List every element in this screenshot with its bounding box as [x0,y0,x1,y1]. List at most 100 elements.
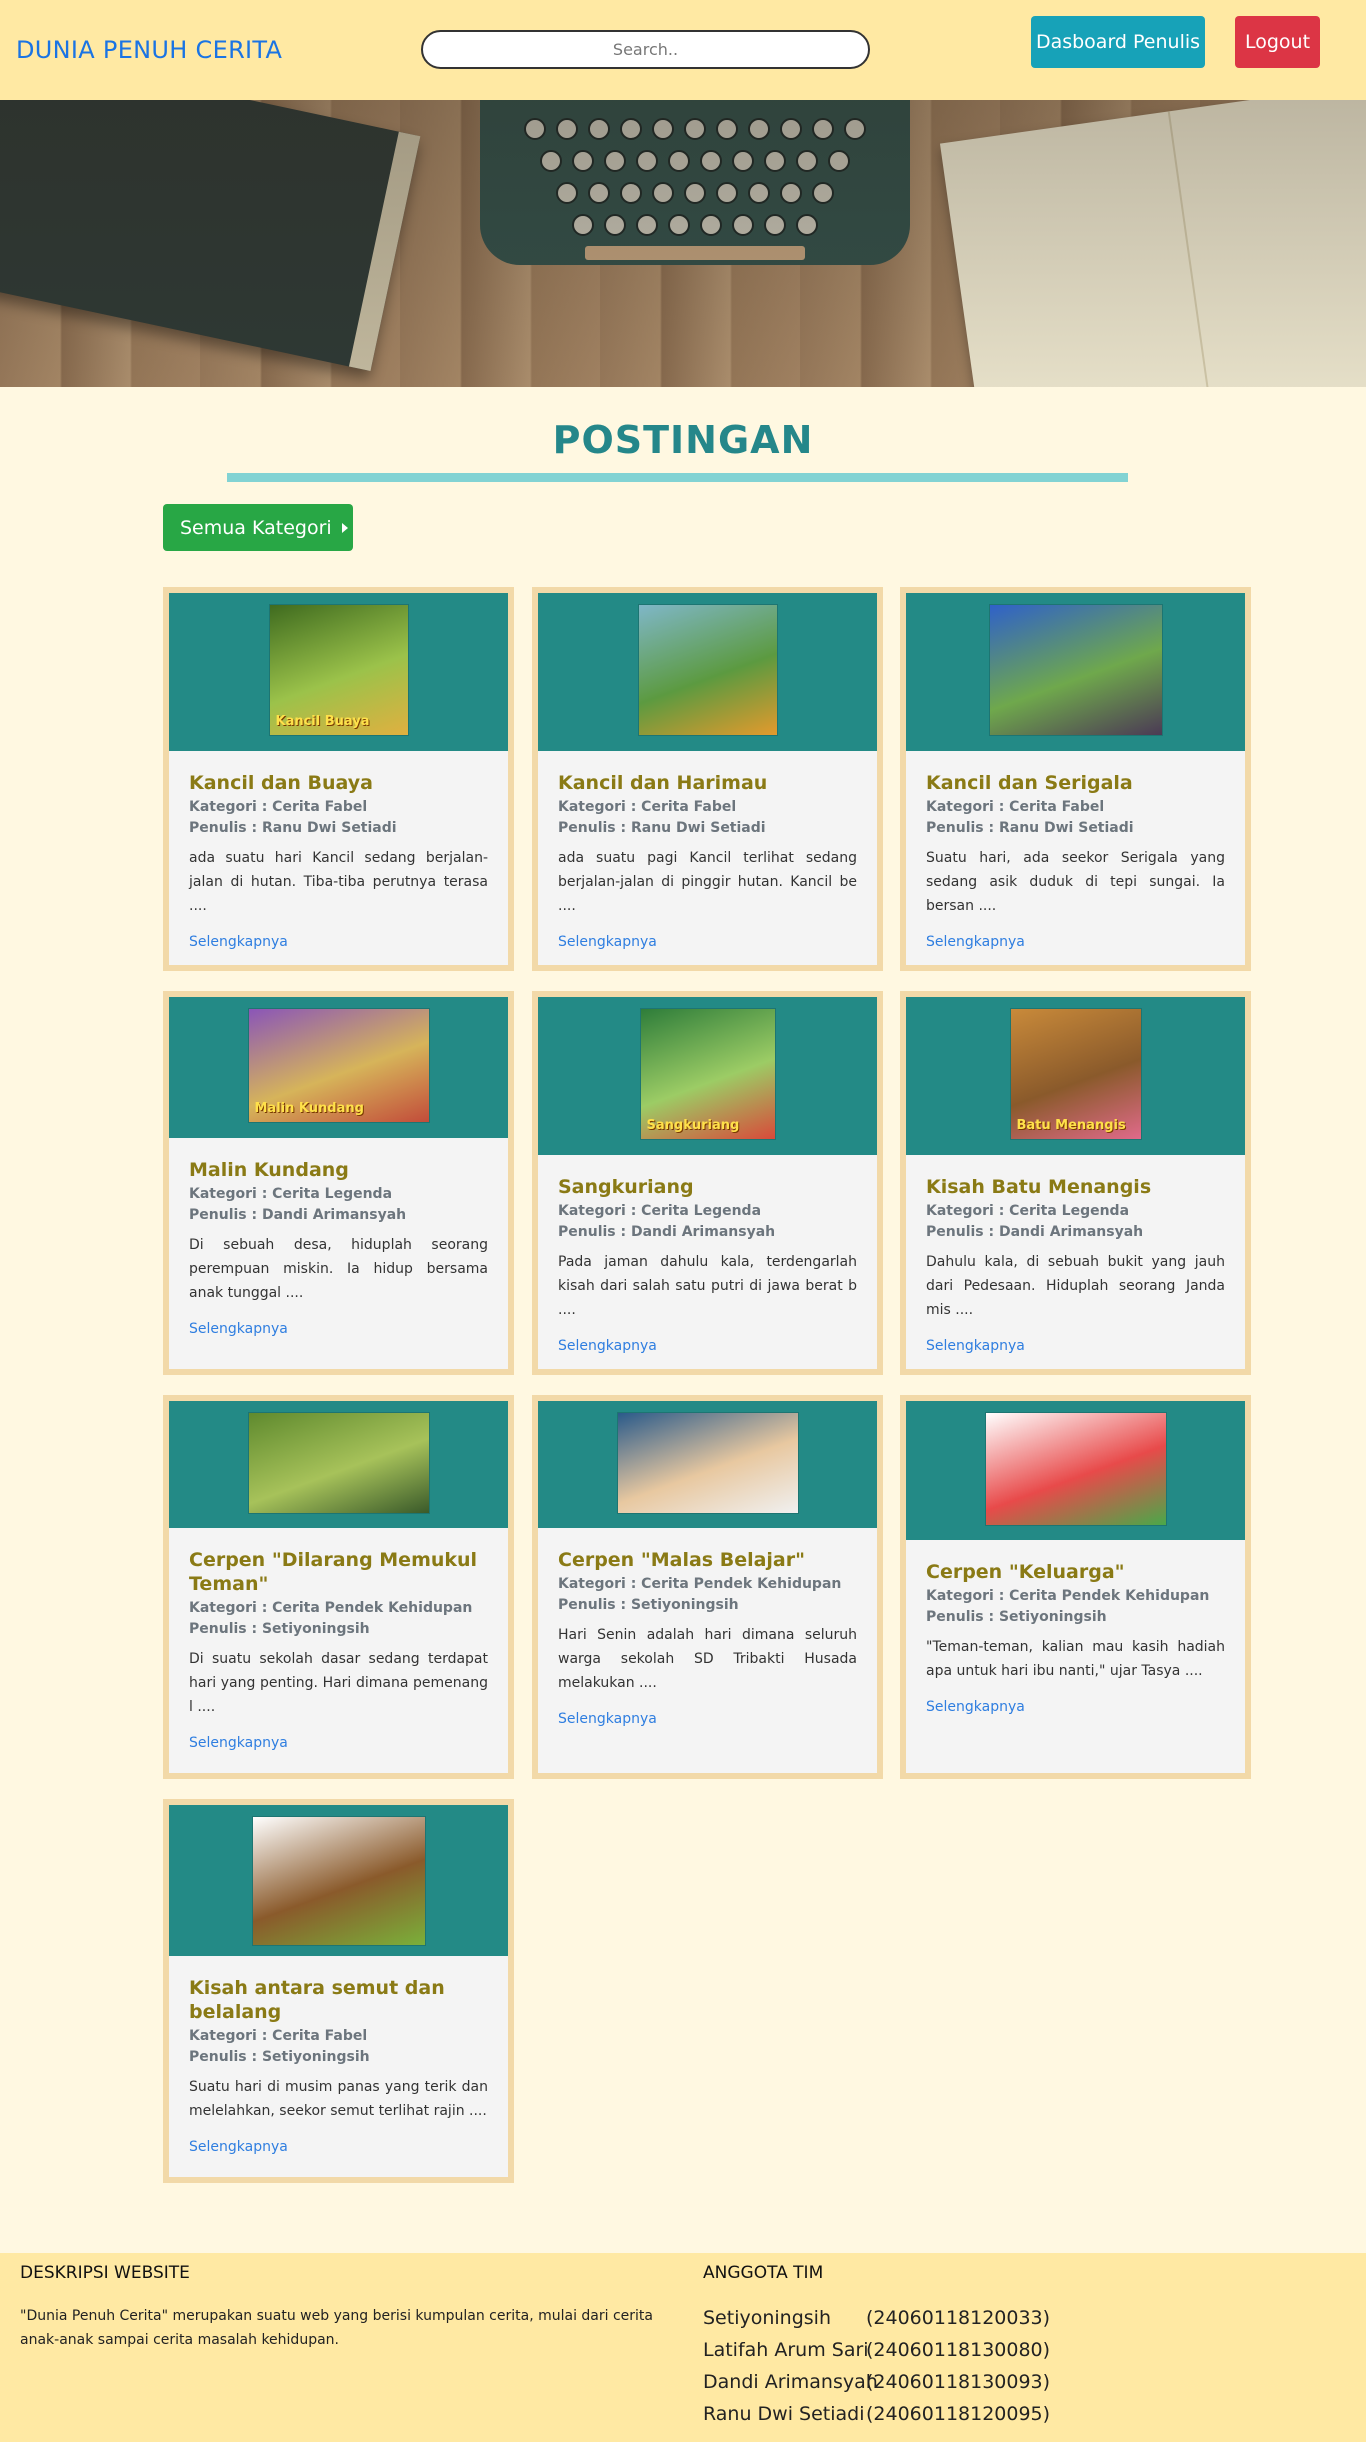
read-more-link[interactable]: Selengkapnya [558,1338,857,1354]
navbar: DUNIA PENUH CERITA Dasboard Penulis Logo… [0,0,1366,100]
post-category: Kategori : Cerita Fabel [558,799,737,815]
post-thumbnail[interactable] [985,1413,1166,1525]
post-thumbnail[interactable]: Sangkuriang [640,1009,775,1139]
post-title[interactable]: Kancil dan Harimau [558,771,857,795]
post-card: Kancil Buaya Kancil dan Buaya Kategori :… [163,587,514,971]
post-card: Kancil dan Harimau Kategori : Cerita Fab… [532,587,883,971]
caret-right-icon [341,523,348,533]
post-excerpt: Dahulu kala, di sebuah bukit yang jauh d… [926,1254,1225,1318]
team-member: Dandi Arimansyah (24060118130093) [703,2371,1050,2393]
post-author: Penulis : Ranu Dwi Setiadi [558,820,766,836]
post-excerpt: ada suatu pagi Kancil terlihat sedang be… [558,850,857,914]
post-category: Kategori : Cerita Legenda [189,1186,393,1202]
search-input[interactable] [421,30,870,69]
section-title: POSTINGAN [552,418,814,462]
post-excerpt: Suatu hari, ada seekor Serigala yang sed… [926,850,1225,914]
member-name: Setiyoningsih [703,2307,831,2329]
member-nim: (24060118130080) [866,2339,1051,2361]
post-author: Penulis : Ranu Dwi Setiadi [926,820,1134,836]
team-member: Ranu Dwi Setiadi (24060118120095) [703,2403,1050,2425]
post-thumbnail[interactable] [617,1413,798,1513]
post-excerpt: Pada jaman dahulu kala, terdengarlah kis… [558,1254,857,1318]
footer-description: "Dunia Penuh Cerita" merupakan suatu web… [20,2308,653,2348]
post-author: Penulis : Dandi Arimansyah [189,1207,407,1223]
member-name: Latifah Arum Sari [703,2339,869,2361]
post-excerpt: Hari Senin adalah hari dimana seluruh wa… [558,1627,857,1691]
post-title[interactable]: Kancil dan Serigala [926,771,1225,795]
post-thumbnail[interactable]: Malin Kundang [248,1009,429,1122]
hero-banner-image [0,100,1366,387]
post-card: Kancil dan Serigala Kategori : Cerita Fa… [900,587,1251,971]
post-title[interactable]: Cerpen "Keluarga" [926,1560,1225,1584]
post-title[interactable]: Sangkuriang [558,1175,857,1199]
team-member: Setiyoningsih (24060118120033) [703,2307,1050,2329]
post-author: Penulis : Dandi Arimansyah [558,1224,776,1240]
post-card: Batu Menangis Kisah Batu Menangis Katego… [900,991,1251,1375]
post-thumbnail[interactable] [248,1413,429,1513]
read-more-link[interactable]: Selengkapnya [189,934,488,950]
footer-description-title: DESKRIPSI WEBSITE [20,2263,190,2283]
member-nim: (24060118120033) [866,2307,1051,2329]
brand-logo[interactable]: DUNIA PENUH CERITA [16,36,282,64]
thumbnail-caption: Malin Kundang [254,1101,364,1116]
post-title[interactable]: Malin Kundang [189,1158,488,1182]
logout-button[interactable]: Logout [1235,16,1320,68]
post-thumbnail[interactable]: Kancil Buaya [269,605,408,735]
post-category: Kategori : Cerita Legenda [558,1203,762,1219]
member-nim: (24060118120095) [866,2403,1051,2425]
thumbnail-caption: Sangkuriang [646,1118,740,1133]
post-title[interactable]: Cerpen "Malas Belajar" [558,1548,857,1572]
post-title[interactable]: Cerpen "Dilarang Memukul Teman" [189,1548,488,1596]
read-more-link[interactable]: Selengkapnya [189,2139,488,2155]
read-more-link[interactable]: Selengkapnya [926,1699,1225,1715]
member-name: Ranu Dwi Setiadi [703,2403,865,2425]
category-button-label: Semua Kategori [180,516,332,539]
post-category: Kategori : Cerita Fabel [189,2028,368,2044]
post-author: Penulis : Setiyoningsih [189,2049,370,2065]
post-thumbnail[interactable] [252,1817,425,1945]
post-card: Kisah antara semut dan belalang Kategori… [163,1799,514,2183]
post-excerpt: ada suatu hari Kancil sedang berjalan-ja… [189,850,488,914]
post-card: Cerpen "Dilarang Memukul Teman" Kategori… [163,1395,514,1779]
member-name: Dandi Arimansyah [703,2371,878,2393]
post-thumbnail[interactable] [989,605,1162,735]
post-excerpt: Di sebuah desa, hiduplah seorang perempu… [189,1237,488,1301]
post-title[interactable]: Kisah antara semut dan belalang [189,1976,488,2024]
read-more-link[interactable]: Selengkapnya [558,934,857,950]
post-author: Penulis : Setiyoningsih [189,1621,370,1637]
post-author: Penulis : Setiyoningsih [926,1609,1107,1625]
post-category: Kategori : Cerita Fabel [189,799,368,815]
post-author: Penulis : Ranu Dwi Setiadi [189,820,397,836]
post-category: Kategori : Cerita Pendek Kehidupan [189,1600,473,1616]
read-more-link[interactable]: Selengkapnya [558,1711,857,1727]
post-excerpt: Suatu hari di musim panas yang terik dan… [189,2079,488,2119]
title-underline [227,473,1128,482]
post-author: Penulis : Dandi Arimansyah [926,1224,1144,1240]
thumbnail-caption: Batu Menangis [1016,1118,1126,1133]
category-dropdown-button[interactable]: Semua Kategori [163,504,353,551]
read-more-link[interactable]: Selengkapnya [926,1338,1225,1354]
post-excerpt: Di suatu sekolah dasar sedang terdapat h… [189,1651,488,1715]
team-member: Latifah Arum Sari (24060118130080) [703,2339,1050,2361]
post-author: Penulis : Setiyoningsih [558,1597,739,1613]
read-more-link[interactable]: Selengkapnya [189,1321,488,1337]
dashboard-penulis-button[interactable]: Dasboard Penulis [1031,16,1205,68]
post-card: Cerpen "Malas Belajar" Kategori : Cerita… [532,1395,883,1779]
post-thumbnail[interactable] [638,605,777,735]
post-category: Kategori : Cerita Legenda [926,1203,1130,1219]
post-category: Kategori : Cerita Fabel [926,799,1105,815]
thumbnail-caption: Kancil Buaya [275,714,370,729]
post-thumbnail[interactable]: Batu Menangis [1010,1009,1141,1139]
post-card: Malin Kundang Malin Kundang Kategori : C… [163,991,514,1375]
post-card: Cerpen "Keluarga" Kategori : Cerita Pend… [900,1395,1251,1779]
post-title[interactable]: Kancil dan Buaya [189,771,488,795]
post-category: Kategori : Cerita Pendek Kehidupan [558,1576,842,1592]
post-excerpt: "Teman-teman, kalian mau kasih hadiah ap… [926,1639,1225,1679]
post-title[interactable]: Kisah Batu Menangis [926,1175,1225,1199]
post-category: Kategori : Cerita Pendek Kehidupan [926,1588,1210,1604]
post-card: Sangkuriang Sangkuriang Kategori : Cerit… [532,991,883,1375]
member-nim: (24060118130093) [866,2371,1051,2393]
footer-team-title: ANGGOTA TIM [703,2263,824,2283]
read-more-link[interactable]: Selengkapnya [926,934,1225,950]
read-more-link[interactable]: Selengkapnya [189,1735,488,1751]
